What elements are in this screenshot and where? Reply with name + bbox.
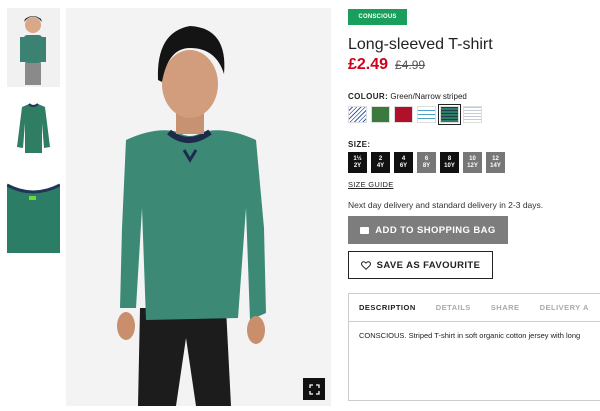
tab-details[interactable]: DETAILS [426,303,481,312]
thumbnail-shirt-image [7,95,60,158]
swatch-red[interactable] [394,106,413,123]
tab-share[interactable]: SHARE [481,303,530,312]
product-info-tabs: DESCRIPTION DETAILS SHARE DELIVERY A CON… [348,293,600,401]
save-favourite-label: SAVE AS FAVOURITE [376,259,481,271]
colour-heading: COLOUR: [348,92,389,101]
sale-price: £2.49 [348,56,389,73]
product-main-image [66,8,331,406]
colour-swatches [348,104,486,125]
original-price: £4.99 [395,58,426,72]
size-option-12-14y[interactable]: 12 14Y [486,152,505,173]
size-option-4-6y[interactable]: 4 6Y [394,152,413,173]
colour-label: COLOUR: Green/Narrow striped [348,92,467,101]
add-to-bag-label: ADD TO SHOPPING BAG [375,224,496,236]
swatch-green[interactable] [371,106,390,123]
shopping-bag-icon [360,226,370,234]
price-row: £2.49 £4.99 [348,56,425,74]
thumbnail-model-image [7,8,60,87]
delivery-info: Next day delivery and standard delivery … [348,200,544,210]
zoom-button[interactable] [303,378,325,400]
size-guide-link[interactable]: SIZE GUIDE [348,180,394,189]
tab-bar: DESCRIPTION DETAILS SHARE DELIVERY A [349,294,600,322]
expand-icon [308,383,320,395]
description-text: CONSCIOUS. Striped T-shirt in soft organ… [359,331,581,340]
thumbnail-fabric-image [7,181,60,253]
size-option-8-10y[interactable]: 8 10Y [440,152,459,173]
thumbnail-shirt-front[interactable] [7,95,60,158]
size-option-1-2y[interactable]: 1½ 2Y [348,152,367,173]
colour-selected-name: Green/Narrow striped [390,92,467,101]
save-favourite-button[interactable]: SAVE AS FAVOURITE [348,251,493,279]
thumbnail-model[interactable] [7,8,60,87]
tab-delivery[interactable]: DELIVERY A [530,303,599,312]
size-option-2-4y[interactable]: 2 4Y [371,152,390,173]
swatch-white-blue-stripe[interactable] [417,106,436,123]
size-heading: SIZE: [348,140,371,149]
swatch-white-grey-stripe[interactable] [463,106,482,123]
heart-icon [360,260,371,270]
thumbnail-fabric-detail[interactable] [7,181,60,253]
size-options: 1½ 2Y 2 4Y 4 6Y 6 8Y 8 10Y 10 12Y 12 14Y [348,152,509,173]
add-to-bag-button[interactable]: ADD TO SHOPPING BAG [348,216,508,244]
tab-description[interactable]: DESCRIPTION [349,303,426,312]
size-option-10-12y[interactable]: 10 12Y [463,152,482,173]
swatch-green-narrow-striped[interactable] [438,104,461,125]
product-photo [66,8,331,406]
conscious-badge: CONSCIOUS [348,9,407,25]
swatch-blue-white-pattern[interactable] [348,106,367,123]
size-option-6-8y[interactable]: 6 8Y [417,152,436,173]
product-title: Long-sleeved T-shirt [348,36,493,53]
